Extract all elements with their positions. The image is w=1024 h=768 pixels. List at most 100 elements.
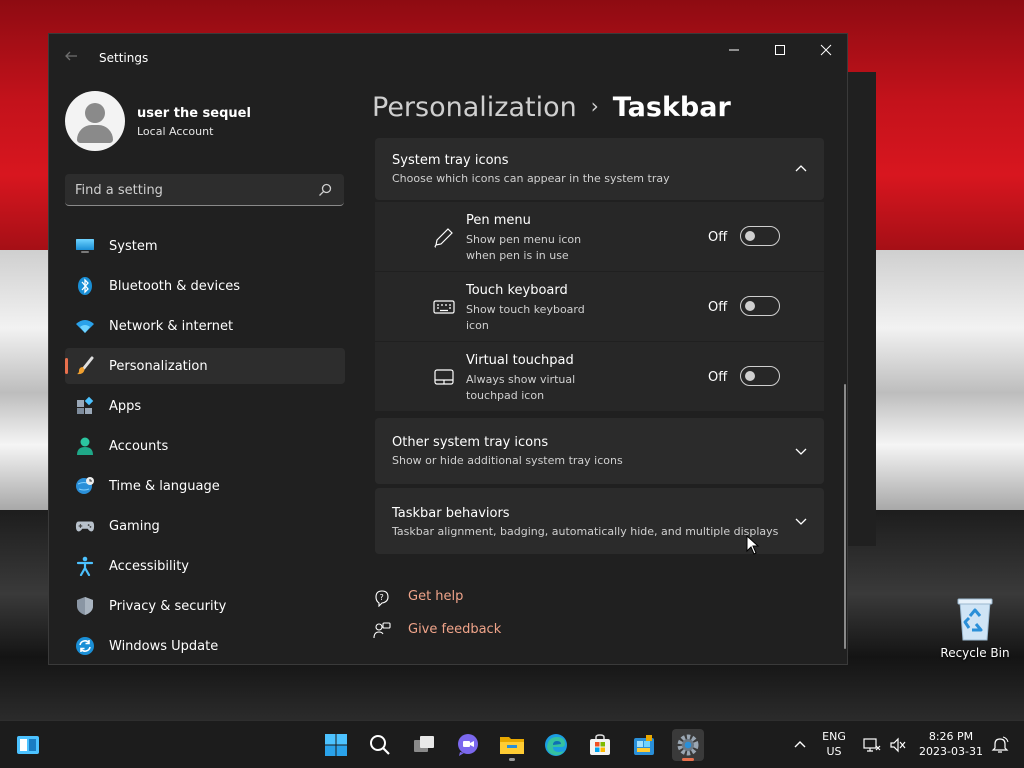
- notification-icon: [991, 736, 1009, 753]
- sidebar-item-gaming[interactable]: Gaming: [65, 508, 345, 544]
- start-button[interactable]: [320, 729, 352, 761]
- snipping-tool-button[interactable]: [628, 729, 660, 761]
- clock[interactable]: 8:26 PM 2023-03-31: [914, 730, 988, 758]
- update-icon: [76, 637, 94, 655]
- minimize-button[interactable]: [711, 34, 757, 66]
- task-view-button[interactable]: [408, 729, 440, 761]
- maximize-button[interactable]: [757, 34, 803, 66]
- pen-menu-row: Pen menu Show pen menu icon when pen is …: [375, 202, 824, 271]
- region-code: US: [826, 745, 842, 758]
- chat-icon: [458, 734, 478, 756]
- page-title: Taskbar: [612, 92, 731, 123]
- link-label[interactable]: Get help: [408, 589, 463, 604]
- sidebar-item-accounts[interactable]: Accounts: [65, 428, 345, 464]
- chevron-up-icon: [794, 741, 806, 748]
- pen-icon: [434, 228, 453, 248]
- sidebar-item-label: Personalization: [109, 358, 208, 374]
- breadcrumb-parent[interactable]: Personalization: [372, 92, 577, 123]
- system-tray-icons-header[interactable]: System tray icons Choose which icons can…: [375, 138, 824, 200]
- sidebar-item-bluetooth[interactable]: Bluetooth & devices: [65, 268, 345, 304]
- help-icon: ?: [375, 590, 389, 607]
- section-subtitle: Choose which icons can appear in the sys…: [392, 172, 670, 185]
- clock-time: 8:26 PM: [928, 730, 974, 743]
- toggle-state-label: Off: [708, 370, 728, 385]
- person-icon: [77, 437, 93, 455]
- sidebar-item-accessibility[interactable]: Accessibility: [65, 548, 345, 584]
- widgets-button[interactable]: [12, 729, 44, 761]
- settings-taskbar-button[interactable]: [672, 729, 704, 761]
- running-indicator: [509, 758, 515, 761]
- task-view-icon: [414, 736, 434, 752]
- svg-text:?: ?: [380, 593, 384, 602]
- volume-button[interactable]: [882, 729, 914, 761]
- language-indicator[interactable]: ENG US: [818, 730, 850, 758]
- clock-date: 2023-03-31: [919, 745, 983, 758]
- link-label[interactable]: Give feedback: [408, 622, 501, 637]
- other-system-tray-icons-header[interactable]: Other system tray icons Show or hide add…: [375, 418, 824, 484]
- chevron-down-icon[interactable]: [794, 514, 808, 528]
- minimize-icon: [729, 49, 739, 51]
- sidebar-item-label: Bluetooth & devices: [109, 278, 240, 294]
- avatar: [65, 91, 125, 151]
- sidebar-item-label: Network & internet: [109, 318, 234, 334]
- sidebar-item-apps[interactable]: Apps: [65, 388, 345, 424]
- settings-search[interactable]: [65, 174, 344, 206]
- close-button[interactable]: [803, 34, 847, 66]
- sidebar-item-personalization[interactable]: Personalization: [65, 348, 345, 384]
- touch-keyboard-row: Touch keyboard Show touch keyboard icon …: [375, 272, 824, 341]
- row-title: Touch keyboard: [466, 283, 568, 298]
- touchpad-icon: [434, 369, 454, 385]
- row-title: Pen menu: [466, 213, 531, 228]
- sidebar-nav: System Bluetooth & devices Network & int…: [65, 228, 345, 664]
- edge-button[interactable]: [540, 729, 572, 761]
- recycle-bin-shortcut[interactable]: Recycle Bin: [940, 596, 1010, 666]
- active-indicator: [682, 758, 694, 761]
- store-icon: [590, 734, 610, 755]
- sidebar-item-label: Windows Update: [109, 638, 219, 654]
- breadcrumb-separator: ›: [590, 94, 599, 118]
- section-subtitle: Taskbar alignment, badging, automaticall…: [392, 525, 779, 538]
- taskbar: ENG US 8:26 PM 2023-03-31: [0, 720, 1024, 768]
- file-explorer-button[interactable]: [496, 729, 528, 761]
- section-title: Other system tray icons: [392, 435, 549, 450]
- virtual-touchpad-toggle[interactable]: [740, 366, 780, 386]
- back-button[interactable]: [63, 48, 83, 68]
- taskbar-search-button[interactable]: [364, 729, 396, 761]
- store-button[interactable]: [584, 729, 616, 761]
- gamepad-icon: [75, 521, 95, 532]
- section-title: System tray icons: [392, 153, 509, 168]
- sidebar-item-windows-update[interactable]: Windows Update: [65, 628, 345, 664]
- network-icon: [863, 738, 881, 752]
- recycle-bin-icon: [957, 598, 993, 641]
- sidebar-item-privacy-security[interactable]: Privacy & security: [65, 588, 345, 624]
- scrollbar[interactable]: [844, 384, 846, 649]
- touch-keyboard-toggle[interactable]: [740, 296, 780, 316]
- sidebar-item-time-language[interactable]: Time & language: [65, 468, 345, 504]
- pen-menu-toggle[interactable]: [740, 226, 780, 246]
- accessibility-icon: [76, 556, 94, 576]
- chat-button[interactable]: [452, 729, 484, 761]
- brush-icon: [77, 356, 94, 375]
- recycle-bin-label: Recycle Bin: [940, 646, 1010, 660]
- maximize-icon: [775, 45, 785, 55]
- sidebar-item-network[interactable]: Network & internet: [65, 308, 345, 344]
- chevron-down-icon[interactable]: [794, 444, 808, 458]
- sidebar-item-label: Accounts: [109, 438, 169, 454]
- windows-logo-icon: [325, 734, 347, 756]
- feedback-icon: [373, 622, 391, 639]
- language-code: ENG: [822, 730, 846, 743]
- toggle-state-label: Off: [708, 230, 728, 245]
- search-input[interactable]: [75, 180, 305, 200]
- back-arrow-icon: [65, 51, 77, 61]
- show-hidden-icons-button[interactable]: [784, 729, 816, 761]
- sidebar-item-system[interactable]: System: [65, 228, 345, 264]
- notifications-button[interactable]: [984, 729, 1016, 761]
- sidebar-item-label: Time & language: [109, 478, 220, 494]
- chevron-up-icon[interactable]: [794, 162, 808, 176]
- row-description: Show pen menu icon when pen is in use: [466, 233, 582, 262]
- sidebar-item-label: System: [109, 238, 158, 254]
- pinned-app-icon: [634, 735, 654, 755]
- user-name: user the sequel: [137, 106, 251, 121]
- search-icon[interactable]: [318, 183, 332, 197]
- section-subtitle: Show or hide additional system tray icon…: [392, 454, 623, 467]
